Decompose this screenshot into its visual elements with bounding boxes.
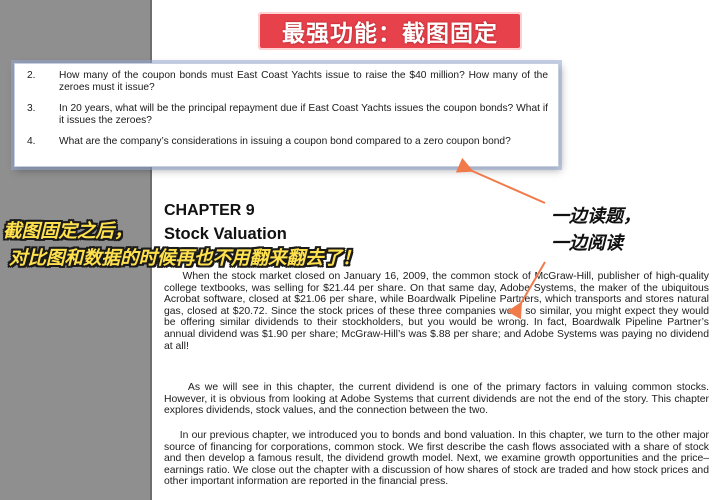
annotation-left: 截图固定之后， 对比图和数据的时候再也不用翻来翻去了！ (3, 218, 361, 272)
annotation-right-line1: 一边读题， (551, 206, 641, 227)
question-text: What are the company’s considerations in… (59, 136, 511, 147)
question-text: How many of the coupon bonds must East C… (59, 70, 548, 93)
question-text: In 20 years, what will be the principal … (59, 103, 548, 126)
annotation-left-line1: 截图固定之后， (3, 221, 133, 242)
paragraph-3-text: In our previous chapter, we introduced y… (164, 430, 709, 488)
paragraph-3: In our previous chapter, we introduced y… (164, 430, 709, 488)
question-number: 2. (27, 70, 36, 81)
annotation-left-line2: 对比图和数据的时候再也不用翻来翻去了！ (9, 248, 361, 269)
question-item: 2. How many of the coupon bonds must Eas… (27, 70, 548, 94)
banner-text: 最强功能：截图固定 (282, 21, 498, 47)
annotation-right-line2: 一边阅读 (551, 233, 623, 254)
question-number: 3. (27, 103, 36, 114)
paragraph-1: When the stock market closed on January … (164, 271, 709, 352)
feature-banner: 最强功能：截图固定 (258, 12, 522, 50)
question-item: 4. What are the company’s considerations… (27, 136, 548, 148)
question-number: 4. (27, 136, 36, 147)
paragraph-1-text: When the stock market closed on January … (164, 271, 709, 352)
paragraph-2-text: As we will see in this chapter, the curr… (164, 382, 709, 417)
pinned-screenshot[interactable]: 2. How many of the coupon bonds must Eas… (14, 63, 559, 167)
paragraph-2: As we will see in this chapter, the curr… (164, 382, 709, 417)
question-item: 3. In 20 years, what will be the princip… (27, 103, 548, 127)
annotation-right: 一边读题， 一边阅读 (551, 203, 641, 257)
